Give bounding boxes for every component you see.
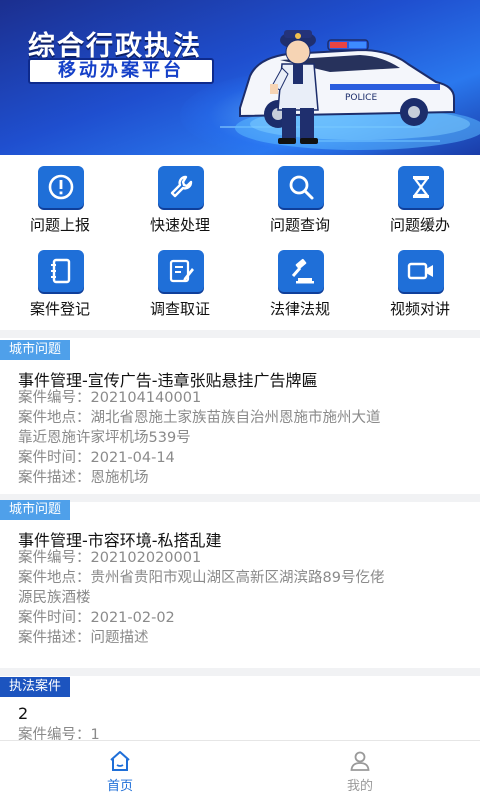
svg-text:POLICE: POLICE bbox=[345, 93, 377, 103]
grid-item-report-issue[interactable]: 问题上报 bbox=[0, 160, 120, 240]
grid-item-quick-handle[interactable]: 快速处理 bbox=[120, 160, 240, 240]
video-camera-icon bbox=[398, 250, 444, 292]
case-time-label: 案件时间： bbox=[18, 450, 91, 466]
section-divider bbox=[0, 330, 480, 338]
case-desc-row: 案件描述：恩施机场 bbox=[18, 468, 458, 488]
case-location-label: 案件地点： bbox=[18, 410, 91, 426]
grid-label: 调查取证 bbox=[149, 300, 210, 318]
case-location: 湖北省恩施土家族苗族自治州恩施市施州大道 bbox=[90, 410, 381, 426]
grid-label: 法律法规 bbox=[269, 300, 330, 318]
case-desc: 问题描述 bbox=[90, 630, 149, 646]
case-separator bbox=[0, 668, 480, 676]
grid-item-laws[interactable]: 法律法规 bbox=[240, 244, 360, 324]
case-tag: 城市问题 bbox=[0, 340, 71, 360]
bottom-tab-bar: 首页 我的 bbox=[0, 740, 480, 800]
case-location: 贵州省贵阳市观山湖区高新区湖滨路89号仡佬 bbox=[90, 570, 385, 586]
case-number-row: 案件编号：202102020001 bbox=[18, 548, 458, 568]
case-number: 202102020001 bbox=[90, 550, 202, 566]
grid-item-case-register[interactable]: 案件登记 bbox=[0, 244, 120, 324]
case-card[interactable]: 城市问题 事件管理-市容环境-私搭乱建 案件编号：202102020001 案件… bbox=[0, 500, 480, 672]
case-tag: 执法案件 bbox=[0, 677, 71, 697]
case-location-cont: 源民族酒楼 bbox=[18, 590, 91, 606]
banner: 综合行政执法 移动办案平台 POLICE bbox=[0, 0, 480, 155]
case-time: 2021-02-02 bbox=[90, 610, 175, 626]
case-location-cont: 靠近恩施许家坪机场539号 bbox=[18, 430, 191, 446]
gavel-icon bbox=[278, 250, 324, 292]
alert-circle-icon bbox=[38, 166, 84, 208]
tab-mine[interactable]: 我的 bbox=[240, 741, 480, 800]
grid-item-video-call[interactable]: 视频对讲 bbox=[360, 244, 480, 324]
case-location-row-cont: 源民族酒楼 bbox=[18, 588, 458, 608]
search-icon bbox=[278, 166, 324, 208]
edit-document-icon bbox=[158, 250, 204, 292]
case-number-label: 案件编号： bbox=[18, 550, 91, 566]
case-number: 202104140001 bbox=[90, 390, 202, 406]
function-grid: 问题上报 快速处理 问题查询 问题缓办 案件登记 调查取证 法律法规 视频对讲 bbox=[0, 160, 480, 325]
case-time: 2021-04-14 bbox=[90, 450, 175, 466]
grid-item-issue-defer[interactable]: 问题缓办 bbox=[360, 160, 480, 240]
case-time-row: 案件时间：2021-02-02 bbox=[18, 608, 458, 628]
case-card[interactable]: 执法案件 2 案件编号：1 bbox=[0, 677, 480, 740]
notebook-icon bbox=[38, 250, 84, 292]
grid-item-issue-query[interactable]: 问题查询 bbox=[240, 160, 360, 240]
case-number-label: 案件编号： bbox=[18, 390, 91, 406]
grid-label: 问题查询 bbox=[269, 216, 330, 234]
home-icon bbox=[110, 751, 130, 771]
case-location-row: 案件地点：贵州省贵阳市观山湖区高新区湖滨路89号仡佬 bbox=[18, 568, 458, 588]
case-number-row: 案件编号：202104140001 bbox=[18, 388, 458, 408]
tab-mine-label: 我的 bbox=[346, 779, 373, 794]
tab-home-label: 首页 bbox=[106, 779, 133, 794]
case-desc: 恩施机场 bbox=[90, 470, 149, 486]
case-title: 2 bbox=[18, 704, 29, 723]
user-icon bbox=[350, 751, 370, 771]
hourglass-icon bbox=[398, 166, 444, 208]
banner-subtitle-box: 移动办案平台 bbox=[28, 58, 214, 84]
grid-label: 问题缓办 bbox=[389, 216, 450, 234]
case-location-row-cont: 靠近恩施许家坪机场539号 bbox=[18, 428, 458, 448]
case-card[interactable]: 城市问题 事件管理-宣传广告-违章张贴悬挂广告牌匾 案件编号：202104140… bbox=[0, 340, 480, 496]
grid-item-investigation[interactable]: 调查取证 bbox=[120, 244, 240, 324]
case-tag: 城市问题 bbox=[0, 500, 71, 520]
wrench-icon bbox=[158, 166, 204, 208]
tab-home[interactable]: 首页 bbox=[0, 741, 240, 800]
case-time-row: 案件时间：2021-04-14 bbox=[18, 448, 458, 468]
banner-subtitle: 移动办案平台 bbox=[58, 60, 184, 81]
case-desc-label: 案件描述： bbox=[18, 630, 91, 646]
case-time-label: 案件时间： bbox=[18, 610, 91, 626]
case-location-row: 案件地点：湖北省恩施土家族苗族自治州恩施市施州大道 bbox=[18, 408, 458, 428]
case-number-row: 案件编号：1 bbox=[18, 725, 458, 740]
grid-label: 问题上报 bbox=[29, 216, 90, 234]
grid-label: 案件登记 bbox=[29, 300, 90, 318]
grid-label: 快速处理 bbox=[149, 216, 210, 234]
app-screen: 综合行政执法 移动办案平台 POLICE 问题上报 快速处理 问题查询 问题缓办… bbox=[0, 0, 480, 800]
case-desc-row: 案件描述：问题描述 bbox=[18, 628, 458, 648]
grid-label: 视频对讲 bbox=[389, 300, 450, 318]
case-desc-label: 案件描述： bbox=[18, 470, 91, 486]
police-car-illustration: POLICE bbox=[235, 30, 480, 150]
case-number-label: 案件编号： bbox=[18, 727, 91, 740]
case-number: 1 bbox=[90, 727, 100, 740]
case-location-label: 案件地点： bbox=[18, 570, 91, 586]
